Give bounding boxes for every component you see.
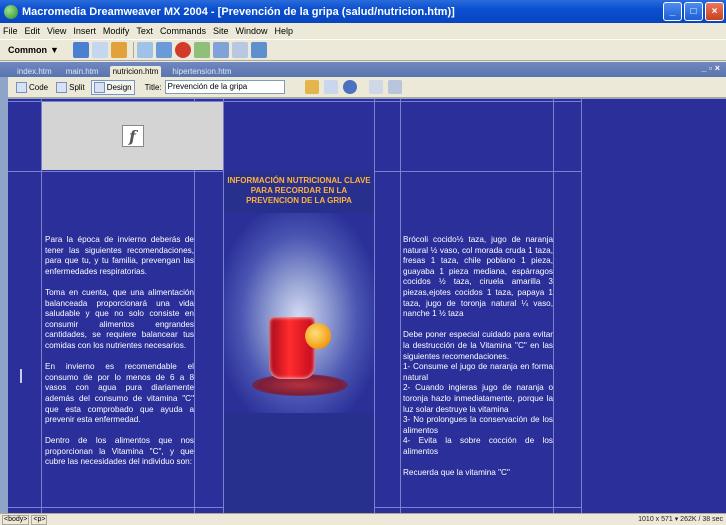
- window-title: Macromedia Dreamweaver MX 2004 - [Preven…: [22, 5, 455, 18]
- title-bar: Macromedia Dreamweaver MX 2004 - [Preven…: [0, 0, 726, 23]
- table-guide: [581, 99, 582, 513]
- table-guide: [400, 99, 401, 513]
- maximize-icon[interactable]: □: [684, 2, 703, 21]
- menu-window[interactable]: Window: [235, 26, 267, 36]
- window-controls: _ □ ×: [663, 2, 724, 21]
- preview-browser-icon[interactable]: [342, 80, 357, 94]
- left-paragraph: Para la época de invierno deberás de ten…: [45, 235, 194, 276]
- table-icon[interactable]: [136, 42, 153, 58]
- menu-file[interactable]: File: [3, 26, 18, 36]
- right-paragraph: 2- Cuando ingieras jugo de naranja o tor…: [403, 383, 553, 414]
- design-view-icon: [93, 81, 105, 93]
- split-view-icon: [56, 81, 68, 93]
- tag-chooser-icon[interactable]: [250, 42, 267, 58]
- window-size-info[interactable]: 1010 x 571 ▾ 262K / 38 sec: [638, 515, 723, 523]
- toolbar-divider: [132, 42, 134, 58]
- flash-placeholder[interactable]: f: [42, 102, 223, 170]
- doc-tab-main[interactable]: main.htm: [63, 66, 102, 77]
- dreamweaver-icon: [4, 4, 18, 19]
- design-view[interactable]: f INFORMACIÓN NUTRICIONAL CLAVE PARA REC…: [8, 99, 726, 513]
- insert-category-label: Common: [8, 45, 47, 55]
- menu-bar: File Edit View Insert Modify Text Comman…: [0, 23, 726, 39]
- code-view-icon: [16, 81, 27, 93]
- view-options-icon[interactable]: [387, 80, 402, 94]
- split-view-label: Split: [69, 82, 85, 92]
- named-anchor-icon[interactable]: [110, 42, 127, 58]
- menu-edit[interactable]: Edit: [25, 26, 41, 36]
- chevron-down-icon: ▼: [50, 45, 59, 55]
- right-text-column[interactable]: Brócoli cocido½ taza, jugo de naranja na…: [403, 235, 553, 489]
- title-label: Title:: [144, 82, 162, 92]
- insert-category-dropdown[interactable]: Common ▼: [8, 45, 59, 55]
- close-icon[interactable]: ×: [705, 2, 724, 21]
- tag-selector-body[interactable]: <body>: [2, 514, 30, 525]
- image-icon[interactable]: [174, 42, 191, 58]
- split-view-button[interactable]: Split: [54, 81, 87, 94]
- minimize-icon[interactable]: _: [663, 2, 682, 21]
- left-paragraph: Toma en cuenta, que una alimentación bal…: [45, 287, 194, 350]
- table-guide: [374, 99, 375, 513]
- table-guide: [553, 99, 554, 513]
- document-toolbar: Code Split Design Title: Prevención de l…: [8, 77, 726, 98]
- text-cursor: [20, 369, 22, 383]
- code-view-label: Code: [29, 82, 49, 92]
- page-heading: INFORMACIÓN NUTRICIONAL CLAVE PARA RECOR…: [227, 176, 371, 205]
- date-icon[interactable]: [212, 42, 229, 58]
- tag-selector-p[interactable]: <p>: [31, 514, 48, 525]
- right-paragraph: Recuerda que la vitamina "C": [403, 468, 510, 478]
- code-view-button[interactable]: Code: [14, 81, 50, 94]
- menu-view[interactable]: View: [47, 26, 66, 36]
- menu-modify[interactable]: Modify: [103, 26, 130, 36]
- menu-site[interactable]: Site: [213, 26, 229, 36]
- media-icon[interactable]: [193, 42, 210, 58]
- menu-commands[interactable]: Commands: [160, 26, 206, 36]
- browser-check-icon[interactable]: [323, 80, 338, 94]
- left-paragraph: En invierno es recomendable el consumo d…: [45, 362, 194, 425]
- flash-icon: f: [121, 125, 144, 147]
- menu-insert[interactable]: Insert: [73, 26, 96, 36]
- doc-tab-hipertension[interactable]: hipertension.htm: [169, 66, 234, 77]
- right-paragraph: Debe poner especial cuidado para evitar …: [403, 330, 553, 361]
- document-window: index.htm main.htm nutricion.htm hiperte…: [0, 62, 726, 513]
- hyperlink-icon[interactable]: [72, 42, 89, 58]
- document-window-controls[interactable]: _ ▫ ×: [702, 63, 720, 73]
- left-text-column[interactable]: Para la época de invierno deberás de ten…: [45, 235, 194, 479]
- file-management-icon[interactable]: [304, 80, 319, 94]
- right-paragraph: 3- No prolongues la conservación de los …: [403, 415, 553, 435]
- title-input[interactable]: Prevención de la gripa: [164, 80, 285, 94]
- document-tabs: index.htm main.htm nutricion.htm hiperte…: [0, 62, 726, 77]
- right-paragraph: 1- Consume el jugo de naranja en forma n…: [403, 362, 553, 382]
- insert-bar: Common ▼: [0, 39, 726, 61]
- doc-tab-nutricion[interactable]: nutricion.htm: [109, 66, 162, 77]
- menu-help[interactable]: Help: [274, 26, 293, 36]
- orange-slice-image: [305, 323, 331, 349]
- refresh-icon[interactable]: [368, 80, 383, 94]
- status-bar: <body> <p> 1010 x 571 ▾ 262K / 38 sec: [0, 513, 726, 525]
- layer-icon[interactable]: [155, 42, 172, 58]
- template-icon[interactable]: [231, 42, 248, 58]
- menu-text[interactable]: Text: [136, 26, 153, 36]
- design-view-label: Design: [106, 82, 132, 92]
- left-paragraph: Dentro de los alimentos que nos proporci…: [45, 436, 194, 467]
- right-paragraph: 4- Evita la sobre cocción de los aliment…: [403, 436, 553, 456]
- right-paragraph: Brócoli cocido½ taza, jugo de naranja na…: [403, 235, 553, 319]
- email-link-icon[interactable]: [91, 42, 108, 58]
- design-view-button[interactable]: Design: [90, 79, 135, 95]
- doc-tab-index[interactable]: index.htm: [14, 66, 55, 77]
